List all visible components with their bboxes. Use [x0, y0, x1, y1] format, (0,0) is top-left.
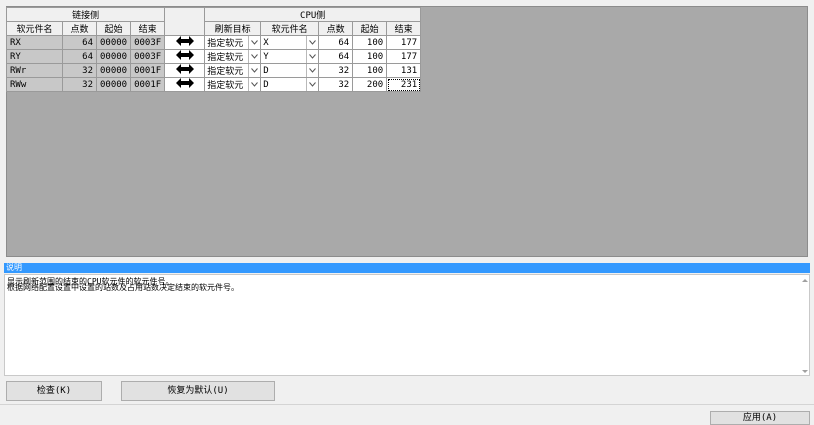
bidirectional-arrow-icon — [164, 63, 206, 78]
footer-divider — [0, 404, 814, 405]
cpu-start[interactable]: 100 — [352, 35, 388, 50]
chevron-down-icon[interactable] — [248, 36, 260, 49]
chevron-down-icon[interactable] — [248, 78, 260, 91]
table-row: RX 64 00000 0003F 指定软元 X 64 100 177 — [6, 35, 422, 50]
scroll-arrows-icon — [802, 279, 808, 373]
col-device-name: 软元件名 — [6, 21, 63, 36]
chevron-down-icon[interactable] — [306, 64, 318, 77]
cpu-points[interactable]: 64 — [318, 35, 354, 50]
bidirectional-arrow-icon — [164, 77, 206, 92]
cpu-device-select[interactable]: D — [260, 77, 320, 92]
table-row: RWr 32 00000 0001F 指定软元 D 32 100 131 — [6, 63, 422, 78]
col-end: 结束 — [130, 21, 166, 36]
link-points: 32 — [62, 63, 97, 78]
chevron-down-icon[interactable] — [248, 64, 260, 77]
chevron-down-icon[interactable] — [306, 78, 318, 91]
chevron-down-icon[interactable] — [306, 50, 318, 63]
description-panel: 显示刷新范围的结束的CPU软元件的软元件号。 根据网络配置设置中设置的站数及占用… — [4, 274, 810, 376]
cpu-device-select[interactable]: Y — [260, 49, 320, 64]
refresh-target-select[interactable]: 指定软元 — [204, 35, 262, 50]
cpu-end-selected[interactable]: 231 — [386, 77, 422, 92]
col-cpu-end: 结束 — [386, 21, 422, 36]
link-side-header: 链接侧 — [5, 7, 166, 22]
link-device: RWr — [6, 63, 63, 78]
cpu-start[interactable]: 200 — [352, 77, 388, 92]
check-button[interactable]: 检查(K) — [6, 381, 102, 401]
cpu-device-select[interactable]: X — [260, 35, 320, 50]
link-start: 00000 — [95, 63, 132, 78]
refresh-target-select[interactable]: 指定软元 — [204, 63, 262, 78]
chevron-down-icon[interactable] — [248, 50, 260, 63]
link-points: 32 — [62, 77, 97, 92]
restore-default-button[interactable]: 恢复为默认(U) — [121, 381, 275, 401]
description-line-2: 根据网络配置设置中设置的站数及占用站数决定结束的软元件号。 — [7, 283, 239, 292]
link-end: 0001F — [130, 63, 166, 78]
cpu-end[interactable]: 177 — [386, 35, 422, 50]
chevron-down-icon[interactable] — [306, 36, 318, 49]
cpu-points[interactable]: 64 — [318, 49, 354, 64]
cpu-points[interactable]: 32 — [318, 77, 354, 92]
col-refresh-target: 刷新目标 — [204, 21, 262, 36]
link-device: RY — [6, 49, 63, 64]
refresh-target-select[interactable]: 指定软元 — [204, 49, 262, 64]
link-points: 64 — [62, 49, 97, 64]
bidirectional-arrow-icon — [164, 35, 206, 50]
refresh-target-value: 指定软元 — [207, 67, 244, 77]
link-start: 00000 — [95, 49, 132, 64]
bidirectional-arrow-icon — [164, 49, 206, 64]
link-points: 64 — [62, 35, 97, 50]
refresh-target-value: 指定软元 — [207, 39, 244, 49]
arrow-header — [164, 7, 206, 36]
link-start: 00000 — [95, 35, 132, 50]
refresh-settings-table: 链接侧 CPU侧 软元件名 点数 起始 结束 刷新目标 软元件名 点数 起始 结… — [5, 7, 422, 92]
col-start: 起始 — [95, 21, 132, 36]
cpu-device-value: D — [263, 79, 269, 90]
link-device: RX — [6, 35, 63, 50]
cpu-points[interactable]: 32 — [318, 63, 354, 78]
cpu-device-value: Y — [263, 51, 269, 62]
col-cpu-start: 起始 — [352, 21, 388, 36]
link-end: 0003F — [130, 49, 166, 64]
col-cpu-device-name: 软元件名 — [260, 21, 320, 36]
cpu-start[interactable]: 100 — [352, 49, 388, 64]
cpu-device-value: D — [263, 65, 269, 76]
link-end: 0003F — [130, 35, 166, 50]
cpu-side-header: CPU侧 — [204, 7, 422, 22]
table-row: RWw 32 00000 0001F 指定软元 D 32 200 231 — [6, 77, 422, 92]
cpu-device-value: X — [263, 37, 269, 48]
cpu-end[interactable]: 177 — [386, 49, 422, 64]
cpu-end[interactable]: 131 — [386, 63, 422, 78]
link-device: RWw — [6, 77, 63, 92]
refresh-target-value: 指定软元 — [207, 81, 244, 91]
link-start: 00000 — [95, 77, 132, 92]
cpu-device-select[interactable]: D — [260, 63, 320, 78]
refresh-target-select[interactable]: 指定软元 — [204, 77, 262, 92]
link-end: 0001F — [130, 77, 166, 92]
table-row: RY 64 00000 0003F 指定软元 Y 64 100 177 — [6, 49, 422, 64]
cpu-start[interactable]: 100 — [352, 63, 388, 78]
column-header-row: 软元件名 点数 起始 结束 刷新目标 软元件名 点数 起始 结束 — [6, 21, 422, 36]
description-scrollbar[interactable] — [802, 279, 808, 373]
refresh-target-value: 指定软元 — [207, 53, 244, 63]
group-header-row: 链接侧 CPU侧 — [5, 7, 422, 36]
col-cpu-points: 点数 — [318, 21, 354, 36]
description-title-bar: 说明 — [4, 263, 810, 273]
col-points: 点数 — [62, 21, 97, 36]
